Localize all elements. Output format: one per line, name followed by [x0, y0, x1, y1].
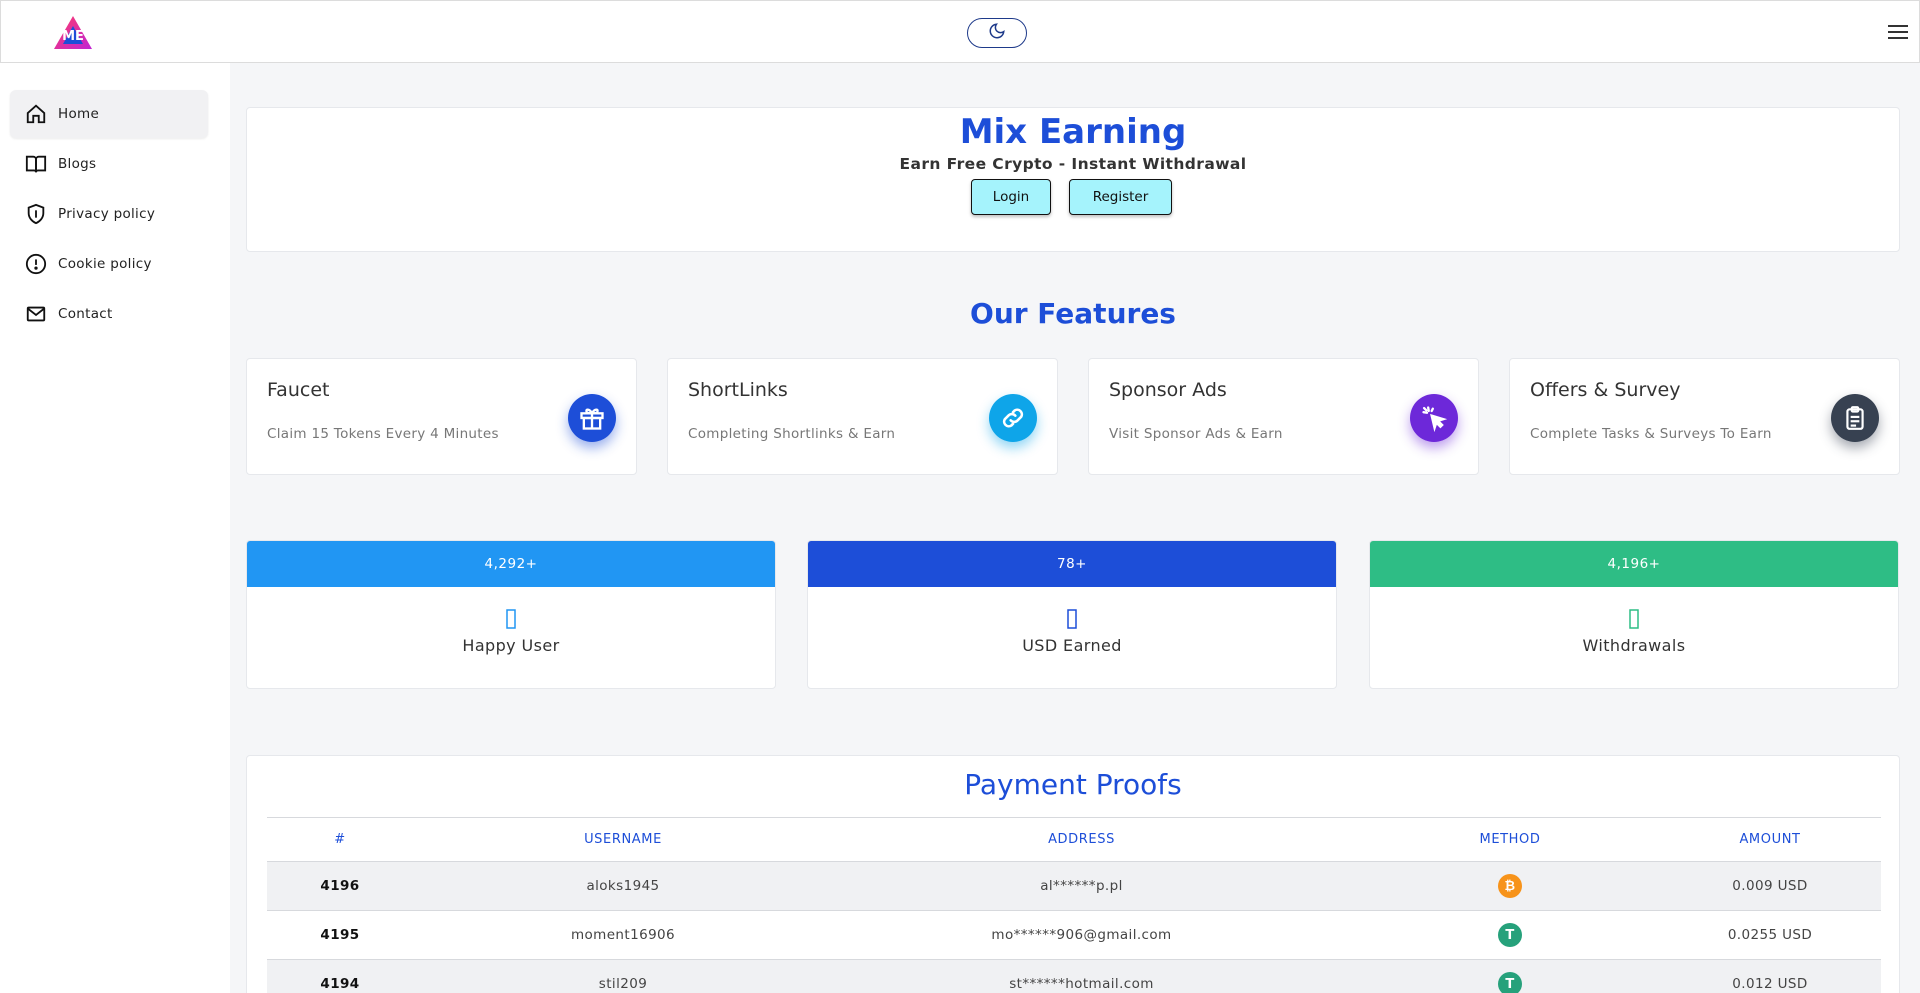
stat-label: USD Earned: [1022, 636, 1122, 655]
cell-username: moment16906: [570, 927, 676, 943]
payment-proofs-card: Payment Proofs # USERNAME ADDRESS METHOD…: [246, 755, 1900, 993]
feature-title: Offers & Survey: [1530, 379, 1681, 401]
cell-id: 4194: [320, 976, 360, 992]
hero-subtitle: Earn Free Crypto - Instant Withdrawal: [899, 155, 1247, 173]
users-icon: [247, 609, 775, 631]
stat-card-withdrawals: 4,196+ Withdrawals: [1369, 540, 1899, 689]
cell-method: T: [1330, 972, 1690, 993]
bitcoin-icon: ₿: [1498, 874, 1522, 898]
feature-title: Faucet: [267, 379, 330, 401]
stat-label: Withdrawals: [1582, 636, 1686, 655]
feature-card-faucet[interactable]: Faucet Claim 15 Tokens Every 4 Minutes: [246, 358, 637, 475]
feature-title: Sponsor Ads: [1109, 379, 1227, 401]
stat-card-usd-earned: 78+ USD Earned: [807, 540, 1337, 689]
tether-icon: T: [1498, 923, 1522, 947]
cell-method: ₿: [1330, 874, 1690, 898]
sidebar-item-cookie-policy[interactable]: Cookie policy: [10, 240, 208, 288]
table-row: 4195 moment16906 mo******906@gmail.com T…: [267, 911, 1881, 960]
payment-proofs-table: # USERNAME ADDRESS METHOD AMOUNT 4196 al…: [267, 817, 1881, 993]
cell-address: al******p.pl: [1040, 878, 1123, 894]
cursor-click-icon: [1410, 394, 1458, 442]
cell-id: 4195: [320, 927, 360, 943]
stat-value: 4,196+: [1370, 541, 1898, 587]
link-icon: [989, 394, 1037, 442]
cell-username: aloks1945: [586, 878, 660, 894]
hamburger-icon[interactable]: [1887, 23, 1909, 41]
gift-icon: [568, 394, 616, 442]
table-header: # USERNAME ADDRESS METHOD AMOUNT: [267, 818, 1881, 862]
sidebar-item-label: Privacy policy: [58, 206, 156, 222]
column-header-username: USERNAME: [584, 832, 662, 847]
mail-icon: [24, 302, 48, 326]
feature-card-offers-survey[interactable]: Offers & Survey Complete Tasks & Surveys…: [1509, 358, 1900, 475]
stat-value: 78+: [808, 541, 1336, 587]
sidebar-item-home[interactable]: Home: [10, 90, 208, 138]
feature-description: Visit Sponsor Ads & Earn: [1109, 426, 1283, 442]
sidebar-item-blogs[interactable]: Blogs: [10, 140, 208, 188]
wallet-icon: [1370, 609, 1898, 631]
features-title: Our Features: [970, 297, 1176, 330]
book-icon: [24, 152, 48, 176]
stat-card-happy-user: 4,292+ Happy User: [246, 540, 776, 689]
register-button[interactable]: Register: [1069, 179, 1172, 215]
feature-description: Completing Shortlinks & Earn: [688, 426, 896, 442]
payment-proofs-title: Payment Proofs: [964, 768, 1182, 801]
home-icon: [24, 102, 48, 126]
hero-card: Mix Earning Earn Free Crypto - Instant W…: [246, 107, 1900, 252]
cell-address: mo******906@gmail.com: [991, 927, 1172, 943]
feature-title: ShortLinks: [688, 379, 788, 401]
sidebar-item-label: Contact: [58, 306, 113, 322]
moon-icon: [988, 22, 1006, 44]
stat-label: Happy User: [462, 636, 560, 655]
site-logo[interactable]: ME: [52, 14, 94, 52]
feature-description: Claim 15 Tokens Every 4 Minutes: [267, 426, 499, 442]
cell-amount: 0.009 USD: [1732, 878, 1808, 894]
feature-description: Complete Tasks & Surveys To Earn: [1530, 426, 1772, 442]
cell-amount: 0.012 USD: [1732, 976, 1808, 992]
sidebar-item-label: Cookie policy: [58, 256, 152, 272]
column-header-amount: AMOUNT: [1739, 832, 1801, 847]
dollar-icon: [808, 609, 1336, 631]
table-row: 4196 aloks1945 al******p.pl ₿ 0.009 USD: [267, 862, 1881, 911]
clipboard-icon: [1831, 394, 1879, 442]
cell-amount: 0.0255 USD: [1727, 927, 1813, 943]
feature-card-sponsor-ads[interactable]: Sponsor Ads Visit Sponsor Ads & Earn: [1088, 358, 1479, 475]
cell-method: T: [1330, 923, 1690, 947]
cell-id: 4196: [320, 878, 360, 894]
sidebar-item-contact[interactable]: Contact: [10, 290, 208, 338]
table-row: 4194 stil209 st******hotmail.com T 0.012…: [267, 960, 1881, 993]
shield-icon: [24, 202, 48, 226]
page-title: Mix Earning: [959, 112, 1187, 152]
feature-card-shortlinks[interactable]: ShortLinks Completing Shortlinks & Earn: [667, 358, 1058, 475]
tether-icon: T: [1498, 972, 1522, 993]
sidebar-item-label: Home: [58, 106, 100, 122]
cell-username: stil209: [598, 976, 648, 992]
sidebar: Home Blogs Privacy policy Cookie policy …: [0, 63, 230, 993]
theme-toggle-button[interactable]: [967, 18, 1027, 48]
top-bar: ME: [0, 0, 1920, 63]
column-header-id: #: [334, 832, 346, 847]
login-button[interactable]: Login: [971, 179, 1051, 215]
stat-value: 4,292+: [247, 541, 775, 587]
cell-address: st******hotmail.com: [1009, 976, 1154, 992]
sidebar-item-label: Blogs: [58, 156, 97, 172]
sidebar-item-privacy-policy[interactable]: Privacy policy: [10, 190, 208, 238]
column-header-address: ADDRESS: [1048, 832, 1115, 847]
alert-circle-icon: [24, 252, 48, 276]
svg-text:ME: ME: [62, 29, 84, 44]
column-header-method: METHOD: [1479, 832, 1541, 847]
